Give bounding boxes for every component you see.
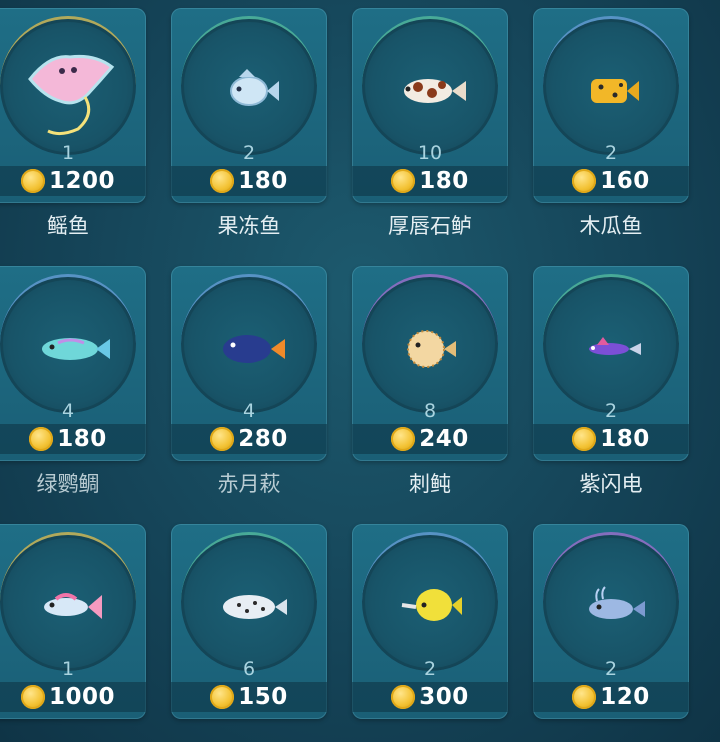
butterflyfish-icon bbox=[401, 589, 462, 621]
fish-count: 2 bbox=[423, 658, 437, 680]
fish-name: 厚唇石鲈 bbox=[388, 214, 472, 238]
fish-card-1[interactable]: 1 1200 bbox=[0, 8, 146, 203]
fish-name: 赤月萩 bbox=[217, 472, 281, 496]
fish-count: 2 bbox=[604, 142, 618, 164]
fish-name: 木瓜鱼 bbox=[579, 214, 643, 238]
coin-icon bbox=[210, 685, 235, 709]
fish-card-3[interactable]: 10 180 bbox=[352, 8, 508, 203]
fish-bubble: 2 bbox=[543, 532, 679, 680]
price-row: 300 bbox=[352, 682, 508, 712]
fish-count: 4 bbox=[61, 400, 75, 422]
fish-card-8[interactable]: 2 180 bbox=[533, 266, 689, 461]
coin-icon bbox=[391, 427, 416, 451]
fish-count: 4 bbox=[242, 400, 256, 422]
fish-price: 240 bbox=[419, 426, 469, 452]
coin-icon bbox=[391, 169, 416, 193]
fish-name: 刺鲀 bbox=[409, 472, 451, 496]
fish-bubble: 2 bbox=[543, 16, 679, 164]
coin-icon bbox=[210, 169, 235, 193]
boxfish-icon bbox=[591, 79, 639, 103]
price-row: 240 bbox=[352, 424, 508, 454]
price-row: 280 bbox=[171, 424, 327, 454]
fish-price: 180 bbox=[600, 426, 650, 452]
fish-count: 1 bbox=[61, 658, 75, 680]
price-row: 180 bbox=[0, 424, 146, 454]
price-row: 1200 bbox=[0, 166, 146, 196]
parrotfish-icon bbox=[42, 338, 110, 360]
fish-count: 2 bbox=[604, 658, 618, 680]
fish-count: 2 bbox=[242, 142, 256, 164]
price-row: 150 bbox=[171, 682, 327, 712]
price-row: 180 bbox=[171, 166, 327, 196]
fish-price: 300 bbox=[419, 684, 469, 710]
blue-pill-fish-icon bbox=[589, 586, 645, 619]
fish-price: 1200 bbox=[48, 168, 115, 194]
fish-count: 1 bbox=[61, 142, 75, 164]
purple-dartfish-icon bbox=[589, 337, 641, 355]
fish-price: 160 bbox=[600, 168, 650, 194]
pufferfish-icon bbox=[407, 330, 456, 368]
fish-price: 280 bbox=[238, 426, 288, 452]
fish-price: 180 bbox=[419, 168, 469, 194]
fish-card-9[interactable]: 1 1000 bbox=[0, 524, 146, 719]
fish-card-11[interactable]: 2 300 bbox=[352, 524, 508, 719]
fish-card-4[interactable]: 2 160 bbox=[533, 8, 689, 203]
price-row: 180 bbox=[352, 166, 508, 196]
fish-bubble: 1 bbox=[0, 16, 136, 164]
fish-count: 2 bbox=[604, 400, 618, 422]
fish-shop-grid: 1 1200 鳐鱼 2 180 果冻鱼 10 180 厚唇石鲈 2 160 木瓜… bbox=[0, 0, 720, 742]
fish-bubble: 8 bbox=[362, 274, 498, 422]
sweetlips-fish-icon bbox=[404, 79, 466, 103]
price-row: 160 bbox=[533, 166, 689, 196]
coin-icon bbox=[572, 427, 597, 451]
fish-bubble: 6 bbox=[181, 532, 317, 680]
coin-icon bbox=[210, 427, 235, 451]
fish-bubble: 4 bbox=[181, 274, 317, 422]
fish-name: 鳐鱼 bbox=[47, 214, 89, 238]
fish-bubble: 2 bbox=[181, 16, 317, 164]
coin-icon bbox=[20, 685, 45, 709]
coin-icon bbox=[29, 427, 54, 451]
fish-bubble: 2 bbox=[543, 274, 679, 422]
fish-name: 绿鹦鲷 bbox=[36, 472, 100, 496]
fish-card-7[interactable]: 8 240 bbox=[352, 266, 508, 461]
fish-card-2[interactable]: 2 180 bbox=[171, 8, 327, 203]
spotted-fish-icon bbox=[223, 595, 287, 619]
coin-icon bbox=[572, 169, 597, 193]
fish-price: 1000 bbox=[48, 684, 115, 710]
fish-name: 果冻鱼 bbox=[217, 214, 281, 238]
fish-card-12[interactable]: 2 120 bbox=[533, 524, 689, 719]
fish-card-6[interactable]: 4 280 bbox=[171, 266, 327, 461]
jelly-fish-icon bbox=[230, 69, 279, 106]
fish-count: 10 bbox=[417, 142, 443, 164]
coin-icon bbox=[20, 169, 45, 193]
fish-bubble: 4 bbox=[0, 274, 136, 422]
fish-bubble: 1 bbox=[0, 532, 136, 680]
price-row: 180 bbox=[533, 424, 689, 454]
blue-tang-icon bbox=[223, 335, 285, 363]
fish-name: 紫闪电 bbox=[579, 472, 643, 496]
fish-price: 180 bbox=[238, 168, 288, 194]
price-row: 120 bbox=[533, 682, 689, 712]
manta-ray-icon bbox=[28, 55, 115, 136]
coin-icon bbox=[391, 685, 416, 709]
pink-fish-icon bbox=[44, 593, 102, 619]
fish-card-10[interactable]: 6 150 bbox=[171, 524, 327, 719]
fish-bubble: 2 bbox=[362, 532, 498, 680]
fish-price: 180 bbox=[57, 426, 107, 452]
price-row: 1000 bbox=[0, 682, 146, 712]
fish-bubble: 10 bbox=[362, 16, 498, 164]
fish-price: 120 bbox=[600, 684, 650, 710]
fish-count: 6 bbox=[242, 658, 256, 680]
fish-card-5[interactable]: 4 180 bbox=[0, 266, 146, 461]
fish-price: 150 bbox=[238, 684, 288, 710]
coin-icon bbox=[572, 685, 597, 709]
fish-count: 8 bbox=[423, 400, 437, 422]
